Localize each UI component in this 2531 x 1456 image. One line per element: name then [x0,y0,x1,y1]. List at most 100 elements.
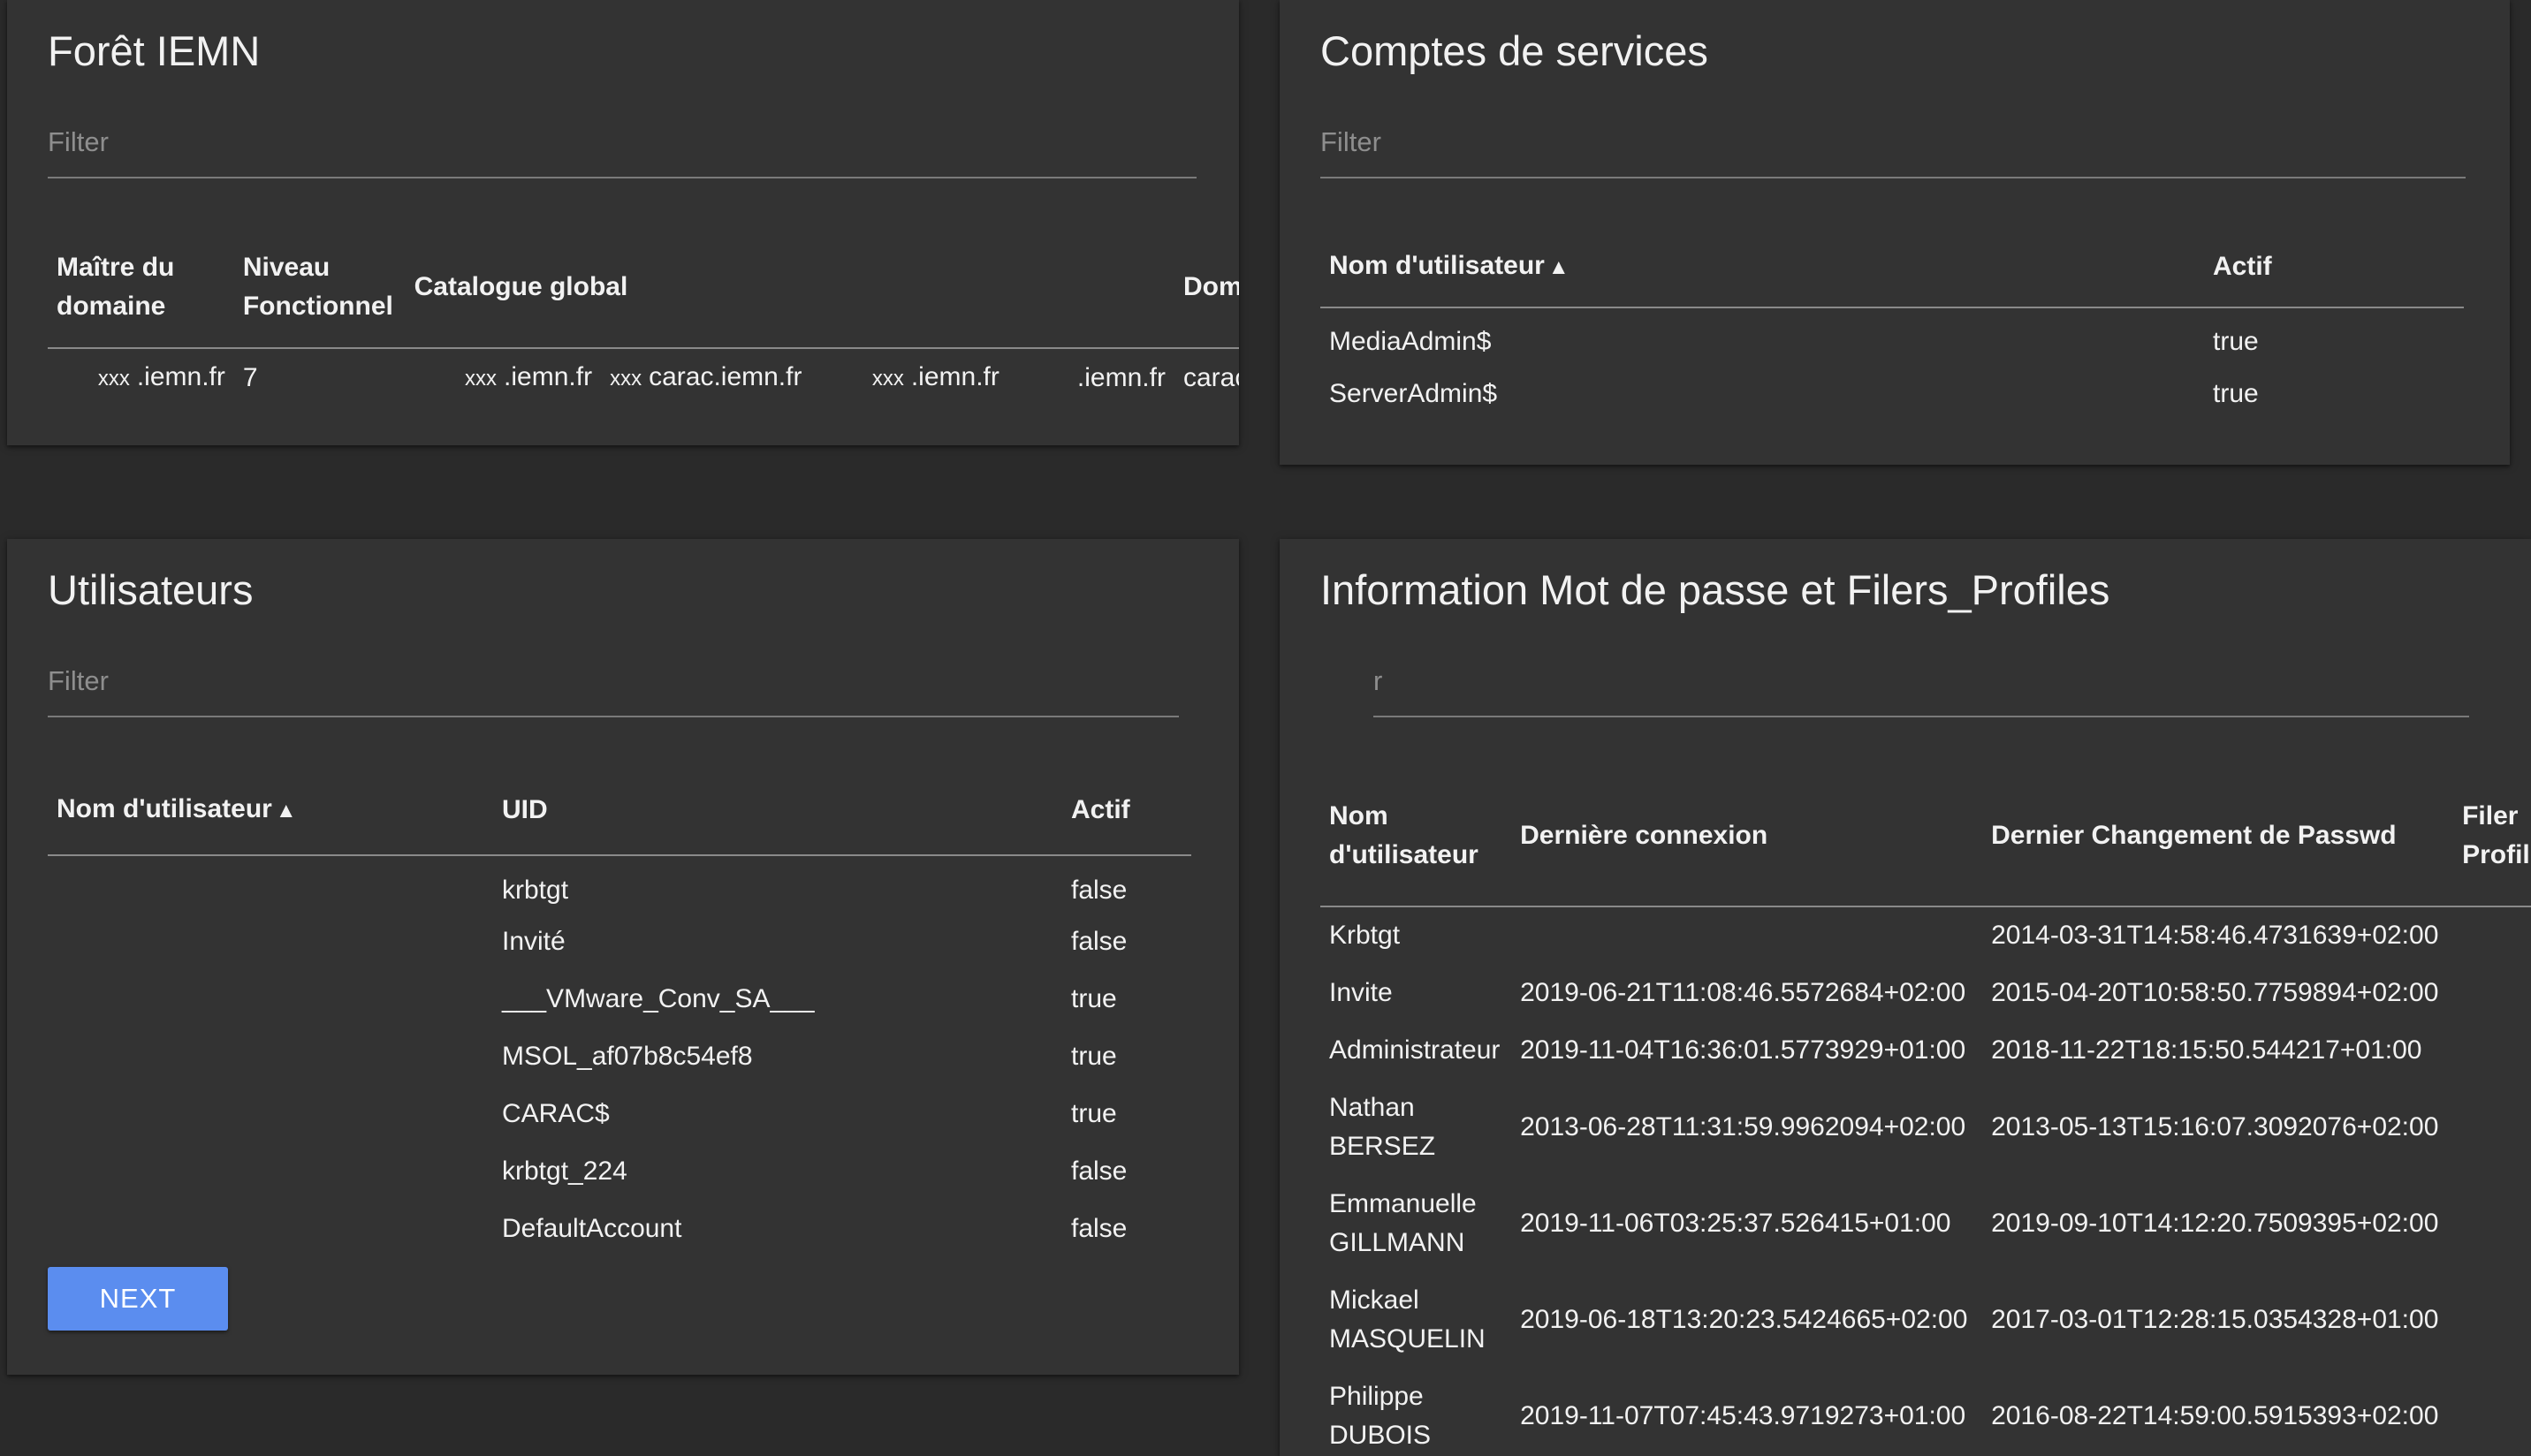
column-header-actif[interactable]: Actif [1062,765,1191,856]
info-card: Information Mot de passe et Filers_Profi… [1280,539,2531,1456]
users-filter-input[interactable] [48,643,1179,710]
info-filter[interactable] [1373,643,2469,717]
info-cell-last-login: 2019-06-21T11:08:46.5572684+02:00 [1520,977,1966,1007]
info-cell-name: Emmanuelle GILLMANN [1329,1188,1477,1257]
info-cell-last-pwd: 2018-11-22T18:15:50.544217+01:00 [1991,1035,2422,1065]
users-cell-actif: false [1071,876,1128,905]
foret-filter-input[interactable] [48,104,1197,171]
info-cell-name: Krbtgt [1329,921,1401,950]
comptes-filter-input[interactable] [1320,104,2466,171]
info-cell-last-pwd: 2015-04-20T10:58:50.7759894+02:00 [1991,977,2439,1007]
users-card: Utilisateurs Nom d'utilisateur▲ UID Acti… [7,539,1239,1375]
info-cell-filer [2453,964,2531,1021]
table-row: Invité false [48,913,1191,970]
info-cell-filer [2453,1175,2531,1271]
users-cell-name [48,855,493,913]
users-cell-uid: krbtgt_224 [502,1156,627,1186]
table-row: ___VMware_Conv_SA___ true [48,970,1191,1028]
foret-title: Forêt IEMN [48,27,261,74]
column-header-niveau[interactable]: Niveau Fonctionnel [233,226,406,349]
info-cell-name: Administrateur [1329,1035,1501,1065]
info-cell-name: Mickael MASQUELIN [1329,1285,1486,1354]
users-table: Nom d'utilisateur ▲ UID Actif krbtgt fals… [48,765,1191,1257]
users-cell-actif: false [1071,926,1128,956]
foret-cell-catalogue-1: xxx .iemn.fr [465,361,593,391]
foret-card: Forêt IEMN Maître du domaine Niveau Fonc… [7,0,1239,445]
foret-table: Maître du domaine Niveau Fonctionnel Cat… [48,226,1239,406]
column-header-dernier-changement-passwd[interactable]: Dernier Changement de Passwd [1982,765,2454,907]
info-cell-last-login [1511,906,1982,964]
info-cell-filer [2453,1271,2531,1368]
info-cell-filer [2453,1079,2531,1175]
users-cell-uid: CARAC$ [502,1098,610,1128]
table-row: ServerAdmin$ true [1320,365,2464,422]
column-header-nom-utilisateur[interactable]: Nom d'utilisateur ▲ [48,765,493,856]
foret-filter[interactable] [48,104,1197,178]
foret-cell-niveau: 7 [242,362,258,392]
table-row: Invite 2019-06-21T11:08:46.5572684+02:00… [1320,964,2531,1021]
users-cell-uid: ___VMware_Conv_SA___ [502,983,815,1013]
table-row: krbtgt false [48,855,1191,913]
info-cell-last-pwd: 2019-09-10T14:12:20.7509395+02:00 [1991,1208,2439,1238]
dashboard-page: Forêt IEMN Maître du domaine Niveau Fonc… [0,0,2531,1456]
users-cell-name [48,1200,493,1257]
info-cell-last-login: 2019-06-18T13:20:23.5424665+02:00 [1520,1304,1968,1334]
info-cell-filer [2453,1368,2531,1456]
column-header-catalogue[interactable]: Catalogue global [405,226,1174,349]
users-cell-name [48,970,493,1028]
users-cell-actif: false [1071,1213,1128,1243]
info-cell-last-login: 2019-11-04T16:36:01.5773929+01:00 [1520,1035,1966,1065]
users-cell-uid: Invité [502,926,566,956]
foret-cell-domaine: carac.ie [1182,362,1239,392]
column-header-actif[interactable]: Actif [2204,226,2464,308]
info-filter-input[interactable] [1373,643,2469,710]
users-filter[interactable] [48,643,1179,717]
comptes-cell-name: ServerAdmin$ [1329,378,1498,408]
column-header-nom-utilisateur[interactable]: Nom d'utilisateur [1320,765,1512,907]
info-cell-last-login: 2019-11-06T03:25:37.526415+01:00 [1520,1208,1951,1238]
next-button[interactable]: NEXT [48,1267,228,1331]
comptes-cell-name: MediaAdmin$ [1329,327,1492,356]
column-header-filer-profil[interactable]: Filer Profil [2453,765,2531,907]
info-cell-last-pwd: 2014-03-31T14:58:46.4731639+02:00 [1991,921,2439,950]
users-cell-uid: DefaultAccount [502,1213,682,1243]
info-cell-name: Nathan BERSEZ [1329,1092,1436,1161]
comptes-table: Nom d'utilisateur ▲ Actif MediaAdmin$ tru… [1320,226,2464,422]
column-header-domaine[interactable]: Domai [1174,226,1239,349]
comptes-filter[interactable] [1320,104,2466,178]
column-header-maitre[interactable]: Maître du domaine [48,226,234,349]
table-row: xxx .iemn.fr 7 xxx .iemn.fr xxx carac.iemn.… [48,348,1239,406]
foret-cell-catalogue-2: xxx carac.iemn.fr [610,361,802,391]
info-cell-last-login: 2013-06-28T11:31:59.9962094+02:00 [1520,1111,1966,1141]
users-cell-uid: krbtgt [502,876,569,905]
foret-header-row: Maître du domaine Niveau Fonctionnel Cat… [48,226,1239,349]
column-header-nom-utilisateur[interactable]: Nom d'utilisateur ▲ [1320,226,2204,308]
info-cell-filer [2453,1021,2531,1079]
table-row: Emmanuelle GILLMANN 2019-11-06T03:25:37.… [1320,1175,2531,1271]
table-row: Philippe DUBOIS 2019-11-07T07:45:43.9719… [1320,1368,2531,1456]
column-header-uid[interactable]: UID [493,765,1062,856]
table-row: CARAC$ true [48,1085,1191,1142]
comptes-cell-actif: true [2213,378,2259,408]
users-cell-actif: false [1071,1156,1128,1186]
foret-cell-catalogue-4: .iemn.fr [1076,362,1166,392]
comptes-card: Comptes de services Nom d'utilisateur▲ A… [1280,0,2510,465]
users-cell-actif: true [1071,1041,1117,1071]
table-row: Administrateur 2019-11-04T16:36:01.57739… [1320,1021,2531,1079]
column-header-derniere-connexion[interactable]: Dernière connexion [1511,765,1983,907]
foret-cell-catalogue-3: xxx .iemn.fr [871,361,999,391]
table-row: Krbtgt 2014-03-31T14:58:46.4731639+02:00 [1320,906,2531,964]
users-header-row: Nom d'utilisateur ▲ UID Actif [48,765,1191,856]
table-row: Mickael MASQUELIN 2019-06-18T13:20:23.54… [1320,1271,2531,1368]
users-title: Utilisateurs [48,566,254,613]
sort-ascending-icon: ▲ [275,798,297,823]
info-cell-name: Invite [1329,977,1393,1007]
table-row: DefaultAccount false [48,1200,1191,1257]
users-cell-uid: MSOL_af07b8c54ef8 [502,1041,753,1071]
users-cell-name [48,1142,493,1200]
table-row: Nathan BERSEZ 2013-06-28T11:31:59.996209… [1320,1079,2531,1175]
info-cell-name: Philippe DUBOIS [1329,1381,1432,1450]
table-row: MediaAdmin$ true [1320,307,2464,365]
info-header-row: Nom d'utilisateur Dernière connexion Der… [1320,765,2531,907]
comptes-cell-actif: true [2213,327,2259,356]
